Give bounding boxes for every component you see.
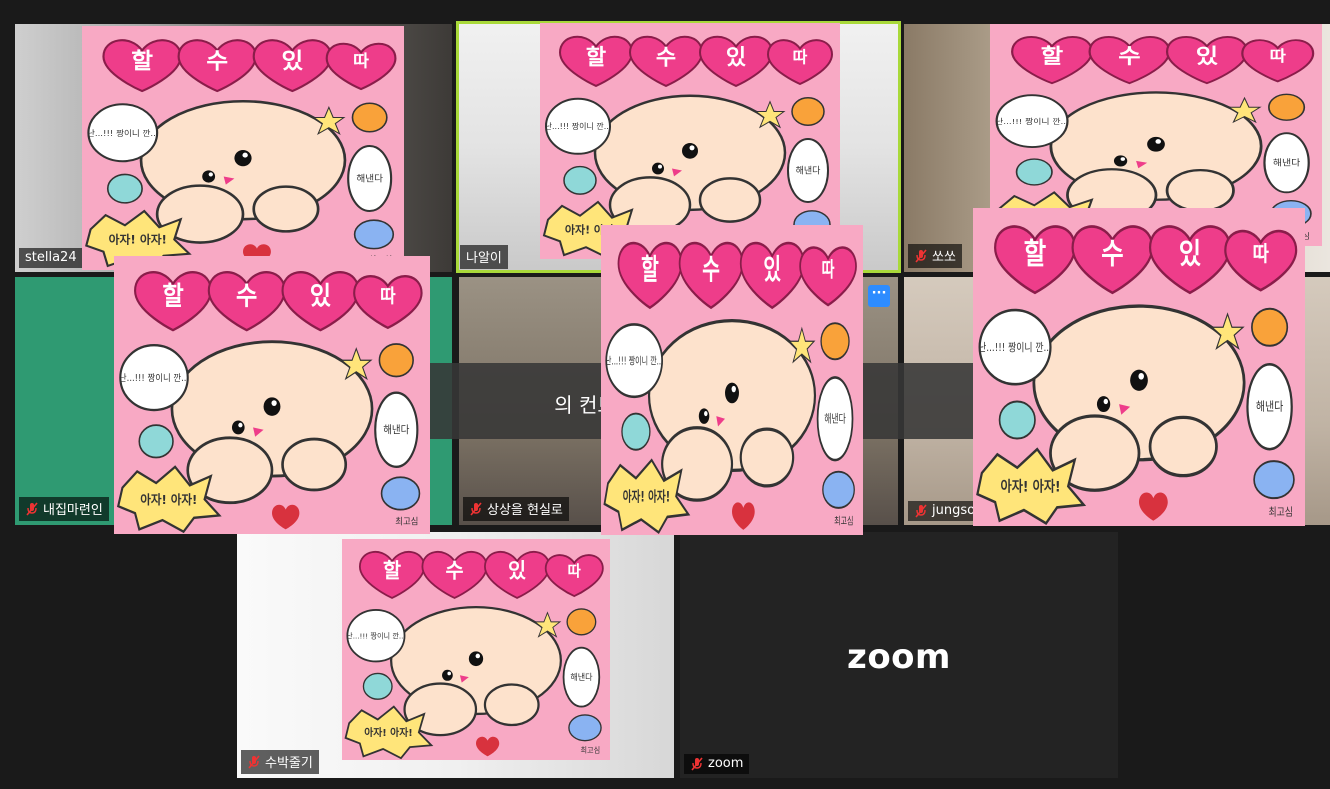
- participant-name-tag: 나알이: [460, 245, 508, 269]
- svg-text:아자! 아자!: 아자! 아자!: [364, 726, 412, 739]
- svg-text:있: 있: [1179, 238, 1202, 272]
- svg-text:난...!!! 짱이니 깐...: 난...!!! 짱이니 깐...: [87, 128, 159, 138]
- svg-text:수: 수: [236, 281, 257, 311]
- svg-text:따: 따: [1270, 47, 1286, 64]
- svg-text:수: 수: [656, 45, 676, 70]
- participant-name: jungso: [932, 503, 976, 518]
- participant-name-tag: jungso: [908, 501, 982, 521]
- svg-text:할: 할: [131, 49, 153, 74]
- svg-text:할: 할: [641, 252, 659, 286]
- svg-text:난...!!! 짱이니 깐...: 난...!!! 짱이니 깐...: [605, 355, 663, 368]
- svg-text:해낸다: 해낸다: [824, 411, 846, 426]
- mic-muted-icon: [691, 756, 703, 771]
- mic-muted-icon: [915, 248, 927, 263]
- participant-name: 상상을 현실로: [487, 503, 563, 518]
- svg-text:있: 있: [763, 252, 781, 286]
- svg-text:수: 수: [1118, 45, 1140, 69]
- svg-text:있: 있: [310, 281, 331, 311]
- svg-text:있: 있: [726, 45, 746, 70]
- zoom-gallery-view: stella24 나알이 쏘쏘 내집마련인 상상을 현실로 ··· jungso: [0, 0, 1330, 789]
- svg-text:난...!!! 짱이니 깐...: 난...!!! 짱이니 깐...: [545, 121, 612, 131]
- svg-text:난...!!! 짱이니 깐...: 난...!!! 짱이니 깐...: [995, 117, 1069, 126]
- sticker-art: 할 수 있 따 난...!!! 짱이니 깐... 해낸다 아자! 아자! 최고심: [342, 539, 610, 760]
- svg-text:최고심: 최고심: [1268, 506, 1292, 519]
- mic-muted-icon: [26, 501, 38, 516]
- participant-name-tag: 상상을 현실로: [463, 497, 569, 521]
- cheer-sticker: 할 수 있 따 난...!!! 짱이니 깐... 해낸다 아자! 아자! 최고심: [114, 256, 430, 534]
- svg-text:따: 따: [568, 563, 582, 580]
- cheer-sticker: 할 수 있 따 난...!!! 짱이니 깐... 해낸다 아자! 아자! 최고심: [540, 23, 840, 259]
- svg-text:수: 수: [1101, 238, 1123, 272]
- svg-text:따: 따: [1253, 241, 1269, 266]
- svg-text:아자! 아자!: 아자! 아자!: [623, 487, 670, 505]
- more-options-button[interactable]: ···: [868, 285, 890, 307]
- svg-text:최고심: 최고심: [580, 746, 600, 755]
- svg-text:있: 있: [1196, 45, 1219, 69]
- svg-text:해낸다: 해낸다: [1256, 399, 1283, 414]
- participant-name-tag: stella24: [19, 248, 83, 268]
- sticker-art: 할 수 있 따 난...!!! 짱이니 깐... 해낸다 아자! 아자! 최고심: [114, 256, 430, 534]
- svg-text:난...!!! 짱이니 깐...: 난...!!! 짱이니 깐...: [978, 341, 1052, 354]
- zoom-logo: zoom: [847, 637, 951, 677]
- svg-text:따: 따: [793, 47, 808, 66]
- sticker-art: 할 수 있 따 난...!!! 짱이니 깐... 해낸다 아자! 아자! 최고심: [540, 23, 840, 259]
- participant-name-tag: 수박줄기: [241, 750, 319, 774]
- cheer-sticker: 할 수 있 따 난...!!! 짱이니 깐... 해낸다 아자! 아자! 최고심: [973, 208, 1305, 526]
- mic-muted-icon: [248, 754, 260, 769]
- svg-text:할: 할: [1041, 45, 1064, 69]
- mic-muted-icon: [470, 501, 482, 516]
- svg-text:난...!!! 짱이니 깐...: 난...!!! 짱이니 깐...: [346, 631, 406, 640]
- participant-name: 나알이: [466, 251, 502, 266]
- svg-text:따: 따: [822, 258, 835, 283]
- sticker-art: 할 수 있 따 난...!!! 짱이니 깐... 해낸다 아자! 아자! 최고심: [601, 225, 863, 535]
- svg-text:해낸다: 해낸다: [356, 173, 383, 185]
- participant-name-tag: 내집마련인: [19, 497, 109, 521]
- cheer-sticker: 할 수 있 따 난...!!! 짱이니 깐... 해낸다 아자! 아자! 최고심: [601, 225, 863, 535]
- participant-name-tag: zoom: [684, 754, 750, 774]
- svg-text:최고심: 최고심: [395, 516, 418, 528]
- participant-name: 쏘쏘: [932, 250, 956, 265]
- svg-text:해낸다: 해낸다: [570, 672, 593, 682]
- svg-text:있: 있: [282, 49, 304, 74]
- svg-text:아자! 아자!: 아자! 아자!: [140, 491, 197, 507]
- svg-text:수: 수: [206, 49, 228, 74]
- svg-text:난...!!! 짱이니 깐...: 난...!!! 짱이니 깐...: [119, 373, 189, 385]
- svg-text:할: 할: [162, 281, 183, 311]
- svg-text:할: 할: [586, 45, 606, 70]
- svg-text:따: 따: [380, 286, 396, 308]
- participant-name: stella24: [25, 250, 77, 265]
- video-tile-zoom[interactable]: zoom zoom: [680, 532, 1118, 778]
- svg-text:수: 수: [702, 252, 720, 286]
- participant-name-tag: 쏘쏘: [908, 244, 962, 268]
- sticker-art: 할 수 있 따 난...!!! 짱이니 깐... 해낸다 아자! 아자! 최고심: [82, 26, 404, 270]
- participant-name: 수박줄기: [265, 756, 313, 771]
- svg-text:해낸다: 해낸다: [796, 166, 821, 177]
- svg-text:할: 할: [383, 558, 402, 582]
- sticker-art: 할 수 있 따 난...!!! 짱이니 깐... 해낸다 아자! 아자! 최고심: [973, 208, 1305, 526]
- svg-text:해낸다: 해낸다: [383, 423, 409, 437]
- cheer-sticker: 할 수 있 따 난...!!! 짱이니 깐... 해낸다 아자! 아자! 최고심: [82, 26, 404, 270]
- participant-name: 내집마련인: [43, 503, 103, 518]
- mic-muted-icon: [915, 503, 927, 518]
- svg-text:따: 따: [353, 51, 369, 70]
- svg-text:수: 수: [446, 558, 464, 582]
- svg-text:할: 할: [1024, 238, 1047, 272]
- svg-text:해낸다: 해낸다: [1273, 157, 1301, 168]
- participant-name: zoom: [708, 756, 744, 771]
- svg-text:아자! 아자!: 아자! 아자!: [109, 233, 167, 247]
- svg-text:아자! 아자!: 아자! 아자!: [1001, 477, 1061, 495]
- cheer-sticker: 할 수 있 따 난...!!! 짱이니 깐... 해낸다 아자! 아자! 최고심: [342, 539, 610, 760]
- svg-text:최고심: 최고심: [834, 515, 853, 528]
- svg-text:있: 있: [508, 558, 526, 582]
